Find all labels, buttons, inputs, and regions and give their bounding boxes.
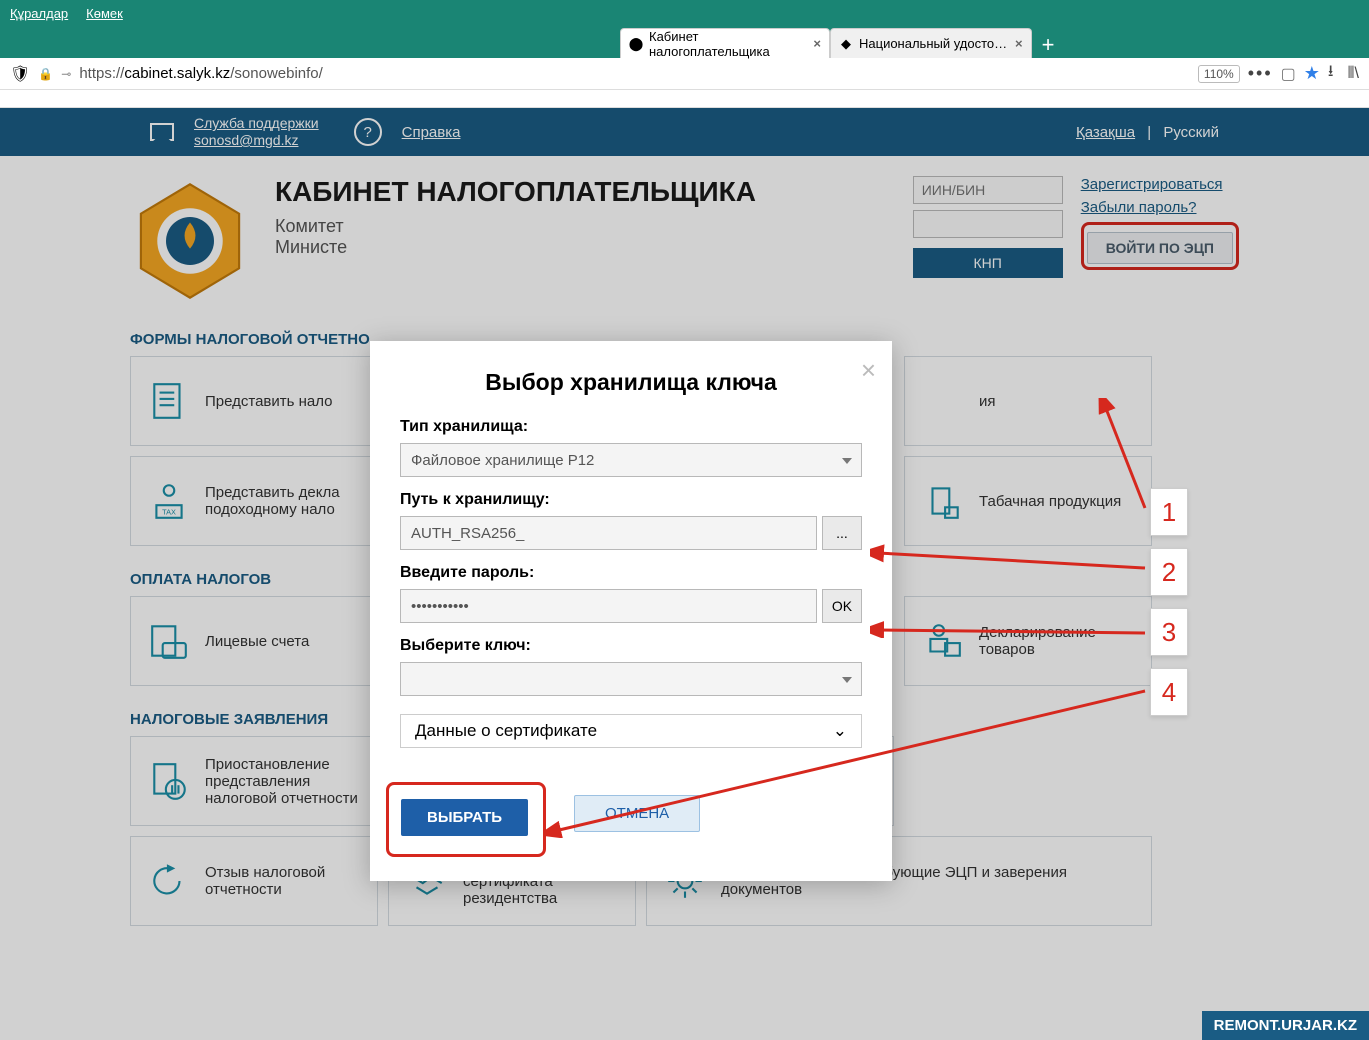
close-icon[interactable]: × <box>861 355 876 386</box>
callout-1: 1 <box>1150 488 1188 536</box>
key-storage-modal: × Выбор хранилища ключа Тип хранилища: Ф… <box>370 341 892 881</box>
key-password-input[interactable] <box>400 589 817 623</box>
storage-path-input[interactable] <box>400 516 817 550</box>
browser-menu-bar: Құралдар Көмек <box>0 0 1369 27</box>
cancel-button[interactable]: ОТМЕНА <box>574 795 700 832</box>
storage-type-label: Тип хранилища: <box>400 418 862 436</box>
callout-2: 2 <box>1150 548 1188 596</box>
bookmarks-bar <box>0 90 1369 108</box>
modal-title: Выбор хранилища ключа <box>400 369 862 396</box>
zoom-indicator[interactable]: 110% <box>1198 65 1240 83</box>
reader-icon[interactable]: ▢ <box>1281 64 1296 84</box>
tracking-shield-icon[interactable]: 🛡 <box>10 64 30 84</box>
storage-type-select[interactable]: Файловое хранилище P12 <box>400 443 862 477</box>
bookmark-star-icon[interactable]: ★ <box>1304 63 1320 84</box>
password-ok-button[interactable]: OK <box>822 589 862 623</box>
password-label: Введите пароль: <box>400 564 862 582</box>
menu-help[interactable]: Көмек <box>86 6 123 21</box>
storage-path-label: Путь к хранилищу: <box>400 491 862 509</box>
callout-4: 4 <box>1150 668 1188 716</box>
tab-title: Национальный удостоверяю <box>859 36 1009 51</box>
url-domain: cabinet.salyk.kz <box>124 65 230 82</box>
close-icon[interactable]: × <box>813 36 821 51</box>
tab-favicon: ◆ <box>839 37 853 51</box>
library-icon[interactable]: ⦀\ <box>1348 65 1360 83</box>
url-text[interactable]: https://cabinet.salyk.kz/sonowebinfo/ <box>79 65 1190 82</box>
certificate-details-expander[interactable]: Данные о сертификате ⌄ <box>400 714 862 748</box>
select-button-highlight: ВЫБРАТЬ <box>386 782 546 857</box>
menu-tools[interactable]: Құралдар <box>10 6 68 21</box>
browser-tab-inactive[interactable]: ◆ Национальный удостоверяю × <box>830 28 1032 58</box>
url-prefix: https:// <box>79 65 124 82</box>
close-icon[interactable]: × <box>1015 36 1023 51</box>
key-select-label: Выберите ключ: <box>400 637 862 655</box>
url-bar: 🛡 🔒 ⊸ https://cabinet.salyk.kz/sonowebin… <box>0 58 1369 90</box>
permission-icon: ⊸ <box>61 67 71 81</box>
browser-tab-active[interactable]: ⬤ Кабинет налогоплательщика × <box>620 28 830 58</box>
browse-button[interactable]: ... <box>822 516 862 550</box>
tab-bar: ⬤ Кабинет налогоплательщика × ◆ Национал… <box>0 27 1369 58</box>
callout-3: 3 <box>1150 608 1188 656</box>
page-content: Служба поддержки sonosd@mgd.kz ? Справка… <box>0 108 1369 1040</box>
watermark: REMONT.URJAR.KZ <box>1202 1011 1369 1040</box>
tab-title: Кабинет налогоплательщика <box>649 29 807 59</box>
url-path: /sonowebinfo/ <box>230 65 323 82</box>
select-button[interactable]: ВЫБРАТЬ <box>401 799 528 836</box>
page-actions-icon[interactable]: ••• <box>1248 63 1273 84</box>
cert-label: Данные о сертификате <box>415 721 597 741</box>
chevron-down-icon: ⌄ <box>833 721 847 741</box>
lock-icon: 🔒 <box>38 67 53 81</box>
new-tab-button[interactable]: + <box>1032 32 1065 58</box>
tab-favicon: ⬤ <box>629 37 643 51</box>
key-select[interactable] <box>400 662 862 696</box>
download-icon[interactable]: ⭳ <box>1328 60 1334 87</box>
